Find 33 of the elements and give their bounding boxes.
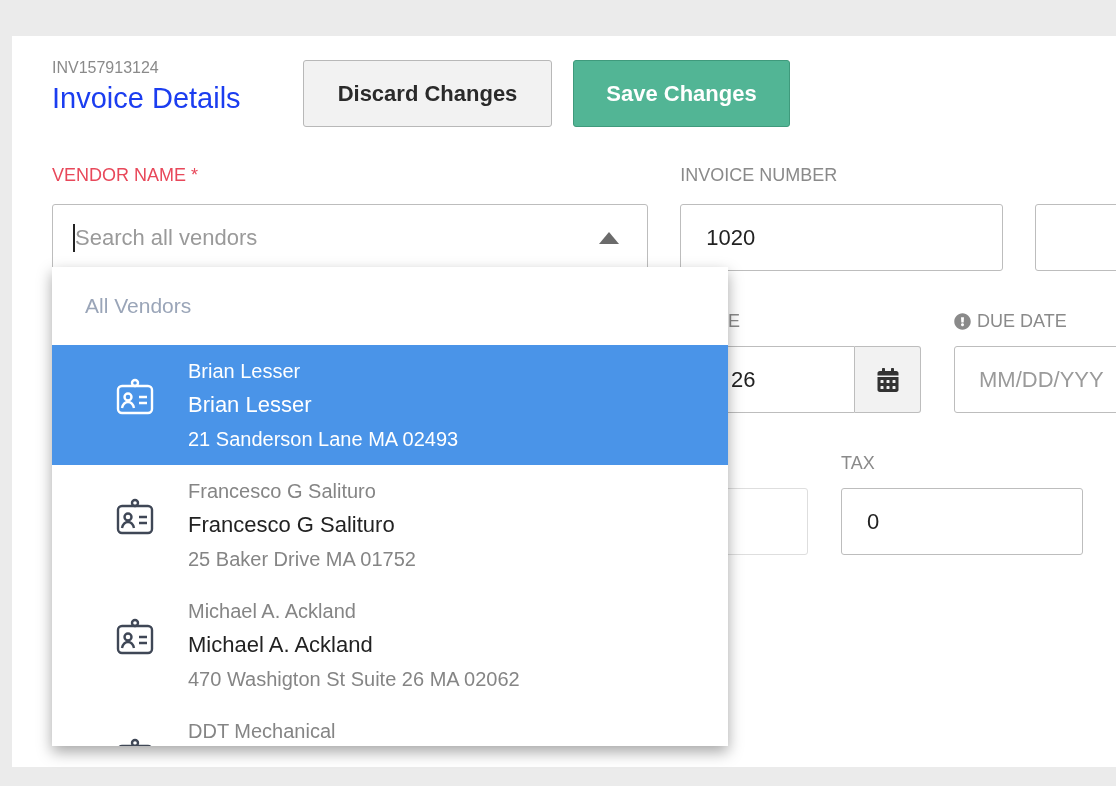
contact-card-icon <box>115 497 155 537</box>
discard-button[interactable]: Discard Changes <box>303 60 552 127</box>
vendor-name: Brian Lesser <box>188 391 313 419</box>
vendor-name: Michael A. Ackland <box>188 631 374 659</box>
contact-card-icon <box>115 377 155 417</box>
caret-up-icon[interactable] <box>599 231 620 244</box>
vendor-title: Michael A. Ackland <box>188 599 357 624</box>
invoice-number-field[interactable]: 1020 <box>680 204 1004 271</box>
page-title: Invoice Details <box>52 81 242 116</box>
vendor-title: Brian Lesser <box>188 359 302 384</box>
search-placeholder: Search all vendors <box>75 225 258 250</box>
field-label: INVOICE NUMBER <box>680 164 839 186</box>
vendor-name: Francesco G Salituro <box>188 511 396 539</box>
calendar-button[interactable] <box>855 346 921 413</box>
vendor-option[interactable]: Michael A. Ackland Michael A. Ackland 470 Washigton St Suite 26 MA 02062 <box>52 585 728 705</box>
field-label: DUE DATE <box>977 310 1067 332</box>
alert-icon <box>954 312 971 330</box>
field-label: VENDOR NAME * <box>52 164 200 186</box>
invoice-id: INV157913124 <box>52 58 160 78</box>
vendor-address: 25 Baker Drive MA 01752 <box>188 547 416 572</box>
vendor-title: Francesco G Salituro <box>188 479 377 504</box>
contact-card-icon <box>115 617 155 657</box>
vendor-option[interactable]: Francesco G Salituro Francesco G Salituro 25 Baker Drive MA 01752 <box>52 465 728 585</box>
field-label: E <box>728 310 740 332</box>
vendor-title: DDT Mechanical <box>188 719 336 744</box>
due-date-field[interactable]: MM/DD/YYY <box>954 346 1116 413</box>
calendar-icon <box>875 367 900 392</box>
vendor-address: 21 Sanderson Lane MA 02493 <box>188 427 459 452</box>
tax-field[interactable]: 0 <box>841 488 1083 555</box>
dropdown-header: All Vendors <box>85 293 192 320</box>
vendor-option[interactable]: DDT Mechanical <box>52 705 728 746</box>
vendor-address: 470 Washigton St Suite 26 MA 02062 <box>188 667 520 692</box>
field-label: TAX <box>841 452 876 474</box>
